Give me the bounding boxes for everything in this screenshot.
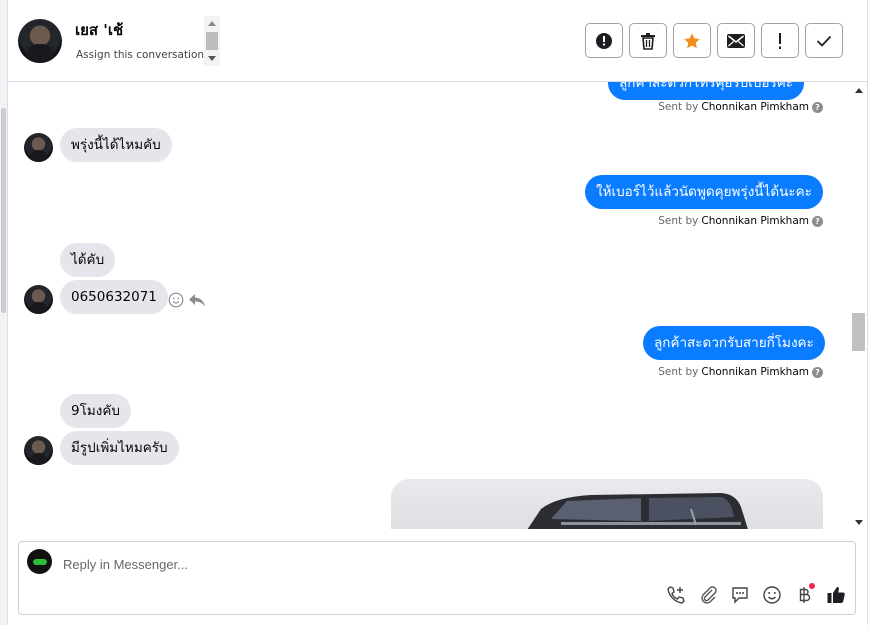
scroll-up-icon[interactable] — [208, 21, 216, 26]
message-bubble-incoming[interactable]: มีรูปเพิ่มไหมครับ — [60, 431, 179, 465]
message-scrollbar[interactable] — [851, 82, 867, 529]
alert-circle-icon — [596, 32, 612, 49]
agent-name: Chonnikan Pimkham — [701, 215, 809, 227]
message-bubble-incoming[interactable]: ได้คับ — [60, 243, 116, 277]
sent-by-prefix: Sent by — [658, 215, 699, 227]
attach-button[interactable] — [697, 584, 719, 606]
envelope-icon — [727, 33, 745, 48]
notification-dot — [809, 583, 815, 589]
message-scrollbar-thumb[interactable] — [852, 313, 865, 351]
assign-label: Assign this conversation — [76, 49, 205, 61]
reply-composer — [18, 541, 856, 615]
paperclip-icon — [701, 586, 717, 604]
agent-name: Chonnikan Pimkham — [701, 101, 809, 113]
scroll-down-icon[interactable] — [855, 520, 863, 525]
thumbs-up-icon — [827, 587, 845, 603]
message-bubble-outgoing[interactable]: ลูกค้าสะดวกรับสายกี่โมงคะ — [643, 326, 825, 360]
contact-avatar-small[interactable] — [24, 133, 53, 162]
sent-by-prefix: Sent by — [658, 366, 699, 378]
help-icon[interactable]: ? — [812, 366, 823, 378]
saved-replies-button[interactable] — [729, 584, 751, 606]
follow-up-button[interactable] — [761, 23, 799, 58]
assign-scrollbar-thumb[interactable] — [206, 32, 218, 50]
sent-by-prefix: Sent by — [658, 101, 699, 113]
sent-by-label: Sent by Chonnikan Pimkham ? — [658, 215, 823, 227]
star-button[interactable] — [673, 23, 711, 58]
mark-unread-button[interactable] — [717, 23, 755, 58]
outer-scrollbar[interactable] — [0, 0, 7, 625]
message-bubble-incoming[interactable]: พรุ่งนี้ได้ไหมคับ — [60, 128, 172, 162]
message-reactions — [168, 292, 206, 308]
reply-icon[interactable] — [188, 292, 206, 308]
message-bubble-incoming[interactable]: 0650632071 — [60, 280, 168, 314]
emoji-button[interactable] — [761, 584, 783, 606]
message-photo-car[interactable] — [391, 479, 823, 529]
chat-bubble-icon — [732, 587, 748, 604]
assign-scrollbar[interactable] — [204, 16, 220, 66]
sent-by-label: Sent by Chonnikan Pimkham ? — [658, 366, 823, 378]
page-avatar — [27, 549, 52, 574]
composer-tools — [665, 583, 847, 606]
delete-button[interactable] — [629, 23, 667, 58]
check-icon — [816, 35, 832, 47]
car-image — [527, 493, 748, 529]
message-bubble-outgoing[interactable]: ลูกค้าสะดวกโทรคุยรับเบอร์ค่ะ — [608, 82, 805, 100]
outer-scrollbar-thumb[interactable] — [1, 108, 6, 313]
message-bubble-outgoing[interactable]: ให้เบอร์ไว้แล้วนัดพูดคุยพรุ่งนี้ได้นะคะ — [585, 175, 823, 209]
call-button[interactable] — [665, 584, 687, 606]
contact-avatar[interactable] — [18, 19, 62, 63]
react-emoji-icon[interactable] — [168, 292, 184, 308]
header-actions — [585, 23, 843, 58]
contact-avatar-small[interactable] — [24, 436, 53, 465]
payment-button[interactable] — [793, 583, 815, 606]
sent-by-label: Sent by Chonnikan Pimkham ? — [658, 101, 823, 113]
exclamation-icon — [779, 32, 781, 49]
mark-done-button[interactable] — [805, 23, 843, 58]
star-icon — [684, 32, 700, 48]
help-icon[interactable]: ? — [812, 215, 823, 227]
scroll-up-icon[interactable] — [855, 88, 863, 93]
spam-button[interactable] — [585, 23, 623, 58]
assign-dropdown[interactable]: Assign this conversation — [76, 49, 220, 61]
message-bubble-incoming[interactable]: 9โมงคับ — [60, 394, 131, 428]
message-list[interactable]: ลูกค้าสะดวกโทรคุยรับเบอร์ค่ะ Sent by Cho… — [8, 82, 851, 529]
scroll-down-icon[interactable] — [208, 56, 216, 61]
contact-avatar-small[interactable] — [24, 285, 53, 314]
reply-input[interactable] — [63, 554, 763, 574]
help-icon[interactable]: ? — [812, 101, 823, 113]
emoji-icon — [763, 586, 781, 604]
agent-name: Chonnikan Pimkham — [701, 366, 809, 378]
conversation-header: เยส 'เช้ Assign this conversation — [8, 0, 867, 82]
phone-add-icon — [667, 586, 685, 604]
trash-icon — [641, 32, 655, 50]
like-button[interactable] — [825, 584, 847, 606]
contact-name[interactable]: เยส 'เช้ — [75, 18, 123, 42]
